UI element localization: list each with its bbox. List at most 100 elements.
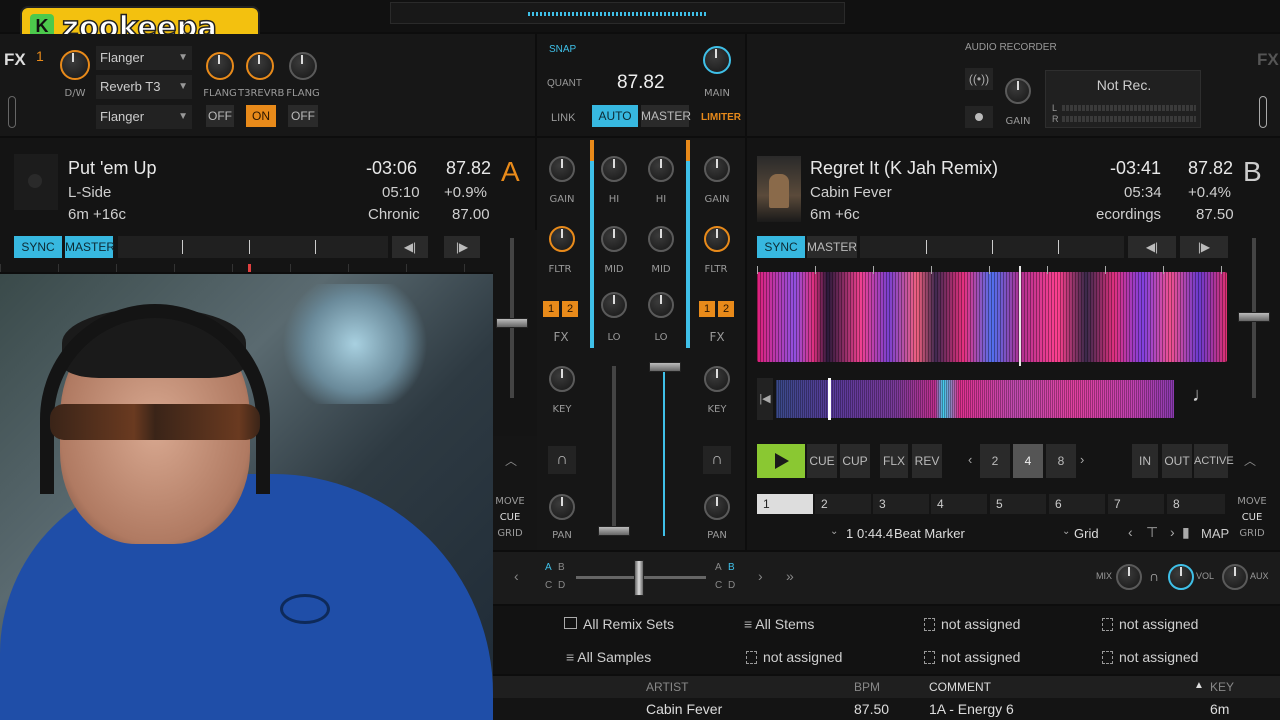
fx-toggle-1[interactable]: OFF	[206, 105, 234, 127]
fx-toggle-2[interactable]: ON	[246, 105, 276, 127]
deck-b-nudge-back[interactable]: ◀|	[1128, 236, 1176, 258]
ch-b-eq-lo-knob[interactable]	[648, 292, 674, 318]
deck-b-overview-waveform[interactable]	[776, 380, 1174, 418]
ch-b-fx-2-button[interactable]: 2	[718, 301, 734, 317]
master-bpm[interactable]: 87.82	[617, 72, 665, 94]
deck-b-cup-button[interactable]: CUP	[840, 444, 870, 478]
crossfader-fastforward-icon[interactable]: »	[786, 568, 794, 584]
ch-a-fx-1-button[interactable]: 1	[543, 301, 559, 317]
snap-button[interactable]: SNAP	[549, 44, 576, 55]
deck-b-master-button[interactable]: MASTER	[807, 236, 857, 258]
col-key-header[interactable]: KEY	[1210, 680, 1234, 694]
deck-b-cue-slot-8[interactable]: 8	[1167, 494, 1225, 514]
deck-a-nudge-forward[interactable]: |▶	[444, 236, 480, 258]
fav-slot-7[interactable]: not assigned	[924, 649, 1020, 665]
ch-b-eq-mid-knob[interactable]	[648, 226, 674, 252]
recorder-gain-knob[interactable]	[1005, 78, 1031, 104]
deck-b-loop-8[interactable]: 8	[1046, 444, 1076, 478]
cue-set-grid-icon[interactable]: ⊤	[1146, 524, 1158, 541]
deck-b-loop-out[interactable]: OUT	[1162, 444, 1192, 478]
fav-all-samples[interactable]: ≡ All Samples	[566, 649, 651, 665]
fx-slot-3-select[interactable]: Flanger ▼	[96, 105, 192, 129]
fav-slot-8[interactable]: not assigned	[1102, 649, 1198, 665]
deck-a-nudge-back[interactable]: ◀|	[392, 236, 428, 258]
deck-b-loop-2[interactable]: 2	[980, 444, 1010, 478]
deck-b-waveform[interactable]	[757, 272, 1227, 362]
ch-a-fx-2-button[interactable]: 2	[562, 301, 578, 317]
xf-assign-right-d[interactable]: D	[728, 580, 735, 591]
col-bpm-header[interactable]: BPM	[854, 680, 880, 694]
deck-b-play-button[interactable]	[757, 444, 805, 478]
deck-b-cue-slot-6[interactable]: 6	[1049, 494, 1105, 514]
deck-b-loop-4[interactable]: 4	[1013, 444, 1043, 478]
deck-b-tempo-fader[interactable]	[1238, 312, 1270, 322]
deck-b-loop-active[interactable]: ACTIVE	[1194, 444, 1234, 478]
fx-slot-1-select[interactable]: Flanger ▼	[96, 46, 192, 70]
deck-a-master-button[interactable]: MASTER	[65, 236, 115, 258]
ch-a-pan-knob[interactable]	[549, 494, 575, 520]
xf-assign-left-c[interactable]: C	[545, 580, 552, 591]
fav-slot-3[interactable]: not assigned	[924, 616, 1020, 632]
ch-a-filter-knob[interactable]	[549, 226, 575, 252]
xf-assign-right-c[interactable]: C	[715, 580, 722, 591]
deck-b-cue-slot-1[interactable]: 1	[757, 494, 813, 514]
record-button[interactable]	[965, 106, 993, 128]
deck-b-cue-slot-4[interactable]: 4	[931, 494, 987, 514]
xf-assign-right-b[interactable]: B	[728, 562, 735, 573]
deck-b-reverse-button[interactable]: REV	[912, 444, 942, 478]
cue-mix-knob[interactable]	[1116, 564, 1142, 590]
fx-knob-1[interactable]	[206, 52, 234, 80]
deck-b-cue-slot-5[interactable]: 5	[990, 494, 1046, 514]
broadcast-icon[interactable]: ((•))	[965, 68, 993, 90]
auto-button[interactable]: AUTO	[592, 105, 638, 127]
deck-b-grid-label[interactable]: GRID	[1236, 528, 1268, 539]
col-comment-header[interactable]: COMMENT	[929, 680, 991, 694]
ch-a-headphone-cue-button[interactable]: ∩	[548, 446, 576, 474]
deck-b-cue-button[interactable]: CUE	[807, 444, 837, 478]
fx-slot-2-select[interactable]: Reverb T3 ▼	[96, 75, 192, 99]
deck-b-move-label[interactable]: MOVE	[1236, 496, 1268, 507]
ch-b-pan-knob[interactable]	[704, 494, 730, 520]
deck-a-sync-button[interactable]: SYNC	[14, 236, 62, 258]
cue-type-dropdown-icon[interactable]: ⌄	[1062, 526, 1070, 537]
cue-dropdown-icon[interactable]: ⌄	[830, 526, 838, 537]
ch-a-eq-mid-knob[interactable]	[601, 226, 627, 252]
cue-prev-icon[interactable]: ‹	[1128, 524, 1133, 540]
ch-a-eq-lo-knob[interactable]	[601, 292, 627, 318]
deck-a-collapse-icon[interactable]: ︿	[505, 452, 517, 469]
fav-all-remix-sets[interactable]: All Remix Sets	[564, 616, 674, 632]
fav-slot-4[interactable]: not assigned	[1102, 616, 1198, 632]
xf-assign-left-d[interactable]: D	[558, 580, 565, 591]
ch-b-volume-fader[interactable]	[649, 362, 681, 372]
xf-assign-left-b[interactable]: B	[558, 562, 565, 573]
ch-b-key-knob[interactable]	[704, 366, 730, 392]
fx-side-handle-right[interactable]	[1259, 96, 1267, 128]
cue-delete-icon[interactable]: ▮	[1182, 524, 1190, 541]
deck-b-sync-button[interactable]: SYNC	[757, 236, 805, 258]
table-row[interactable]: Cabin Fever 87.50 1A - Energy 6 6m	[493, 698, 1280, 720]
deck-a-tempo-fader[interactable]	[496, 318, 528, 328]
deck-a-grid-label[interactable]: GRID	[493, 528, 527, 539]
ch-b-headphone-cue-button[interactable]: ∩	[703, 446, 731, 474]
deck-b-note-icon[interactable]: ♩	[1192, 384, 1216, 414]
fx-toggle-3[interactable]: OFF	[288, 105, 318, 127]
deck-a-cue-label[interactable]: CUE	[493, 512, 527, 523]
deck-b-loop-next-icon[interactable]: ›	[1080, 452, 1084, 467]
aux-knob[interactable]	[1222, 564, 1248, 590]
fx-knob-2[interactable]	[246, 52, 274, 80]
ch-b-gain-knob[interactable]	[704, 156, 730, 182]
col-artist-header[interactable]: ARTIST	[646, 680, 688, 694]
xf-assign-left-a[interactable]: A	[545, 562, 552, 573]
ch-a-gain-knob[interactable]	[549, 156, 575, 182]
ch-b-eq-hi-knob[interactable]	[648, 156, 674, 182]
deck-b-flux-button[interactable]: FLX	[880, 444, 908, 478]
ch-a-key-knob[interactable]	[549, 366, 575, 392]
ch-b-fx-1-button[interactable]: 1	[699, 301, 715, 317]
deck-b-loop-in[interactable]: IN	[1132, 444, 1158, 478]
xf-assign-right-a[interactable]: A	[715, 562, 722, 573]
ch-a-volume-fader[interactable]	[598, 526, 630, 536]
deck-b-cue-slot-3[interactable]: 3	[873, 494, 929, 514]
ch-b-filter-knob[interactable]	[704, 226, 730, 252]
deck-a-move-label[interactable]: MOVE	[493, 496, 527, 507]
cue-map-button[interactable]: MAP	[1201, 526, 1229, 541]
